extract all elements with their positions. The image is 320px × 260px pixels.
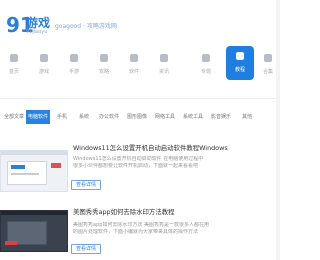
tab-mobile[interactable]: 手机 xyxy=(52,110,72,124)
article-item: Windows11怎么设置开机自动启动软件教程Windows Windows11… xyxy=(0,142,280,192)
tab-graphics[interactable]: 图形图像 xyxy=(124,110,150,124)
article-description: 美图秀秀app如何去除水印方法 美图秀秀是一款很多人都在用 xyxy=(73,222,210,228)
tutorial-icon xyxy=(236,52,244,60)
nav-item-topics[interactable]: 专题 xyxy=(192,48,220,80)
section-divider xyxy=(0,98,280,99)
nav-item-guides[interactable]: 攻略 xyxy=(90,48,118,80)
nav-item-label: 攻略 xyxy=(98,69,109,75)
tab-other[interactable]: 其他 xyxy=(236,110,258,124)
nav-item-home[interactable]: 首页 xyxy=(0,48,28,80)
nav-item-label: 资讯 xyxy=(158,69,169,75)
nav-item-label: 专题 xyxy=(200,69,211,75)
category-nav: 首页 游戏 手游 攻略 软件 资讯 专题 教程 合集 xyxy=(0,44,280,84)
news-icon xyxy=(160,54,168,62)
article-description: 很多小伙伴都想要让软件开机启动，下面就一起来看看吧 xyxy=(73,163,199,169)
nav-item-mobile-games[interactable]: 手游 xyxy=(60,48,88,80)
article-thumbnail[interactable] xyxy=(0,210,68,252)
tab-office[interactable]: 办公软件 xyxy=(96,110,122,124)
subcategory-tabs: 全部文章 电脑软件 手机 系统 办公软件 图形图像 网络工具 系统工具 影音娱乐… xyxy=(0,108,280,128)
tab-media[interactable]: 影音娱乐 xyxy=(208,110,234,124)
nav-item-games[interactable]: 游戏 xyxy=(30,48,58,80)
logo-subtext: 91jiaoyu xyxy=(26,29,48,35)
tab-all[interactable]: 全部文章 xyxy=(2,110,26,124)
article-title[interactable]: 美图秀秀app如何去除水印方法教程 xyxy=(73,208,273,216)
article-description: Windows11怎么设置开机自动启动软件 在电脑使用过程中 xyxy=(73,156,204,162)
phone-icon xyxy=(70,54,78,62)
read-more-button[interactable]: 查看详情 xyxy=(71,180,101,190)
nav-item-news[interactable]: 资讯 xyxy=(150,48,178,80)
tab-network[interactable]: 网络工具 xyxy=(152,110,178,124)
scrollbar[interactable] xyxy=(276,0,280,260)
article-description: 的图片处理软件，下面小编就为大家带来具体的操作方法 xyxy=(73,229,199,235)
nav-item-label: 首页 xyxy=(8,69,19,75)
nav-item-software[interactable]: 软件 xyxy=(120,48,148,80)
site-header: 91 游戏 91jiaoyu goagood · 攻略游戏网 xyxy=(0,0,280,40)
home-icon xyxy=(10,54,18,62)
site-logo[interactable]: 91 游戏 91jiaoyu xyxy=(6,14,50,36)
tab-system-tools[interactable]: 系统工具 xyxy=(180,110,206,124)
site-slogan: goagood · 攻略游戏网 xyxy=(55,23,117,30)
tab-system[interactable]: 系统 xyxy=(74,110,94,124)
logo-text: 游戏 xyxy=(26,16,51,30)
nav-item-tutorials[interactable]: 教程 xyxy=(226,46,254,80)
article-title[interactable]: Windows11怎么设置开机自动启动软件教程Windows xyxy=(73,144,273,152)
book-icon xyxy=(100,54,108,62)
article-item: 美图秀秀app如何去除水印方法教程 美图秀秀app如何去除水印方法 美图秀秀是一… xyxy=(0,206,280,260)
grid-icon xyxy=(264,54,272,62)
nav-item-label: 教程 xyxy=(234,67,245,73)
nav-item-label: 手游 xyxy=(68,69,79,75)
article-thumbnail[interactable] xyxy=(0,150,68,192)
read-more-button[interactable]: 查看详情 xyxy=(71,244,101,254)
gamepad-icon xyxy=(40,54,48,62)
nav-item-label: 软件 xyxy=(128,69,139,75)
tab-pc-software[interactable]: 电脑软件 xyxy=(26,110,50,124)
app-icon xyxy=(130,54,138,62)
folder-icon xyxy=(202,54,210,62)
nav-item-label: 游戏 xyxy=(38,69,49,75)
